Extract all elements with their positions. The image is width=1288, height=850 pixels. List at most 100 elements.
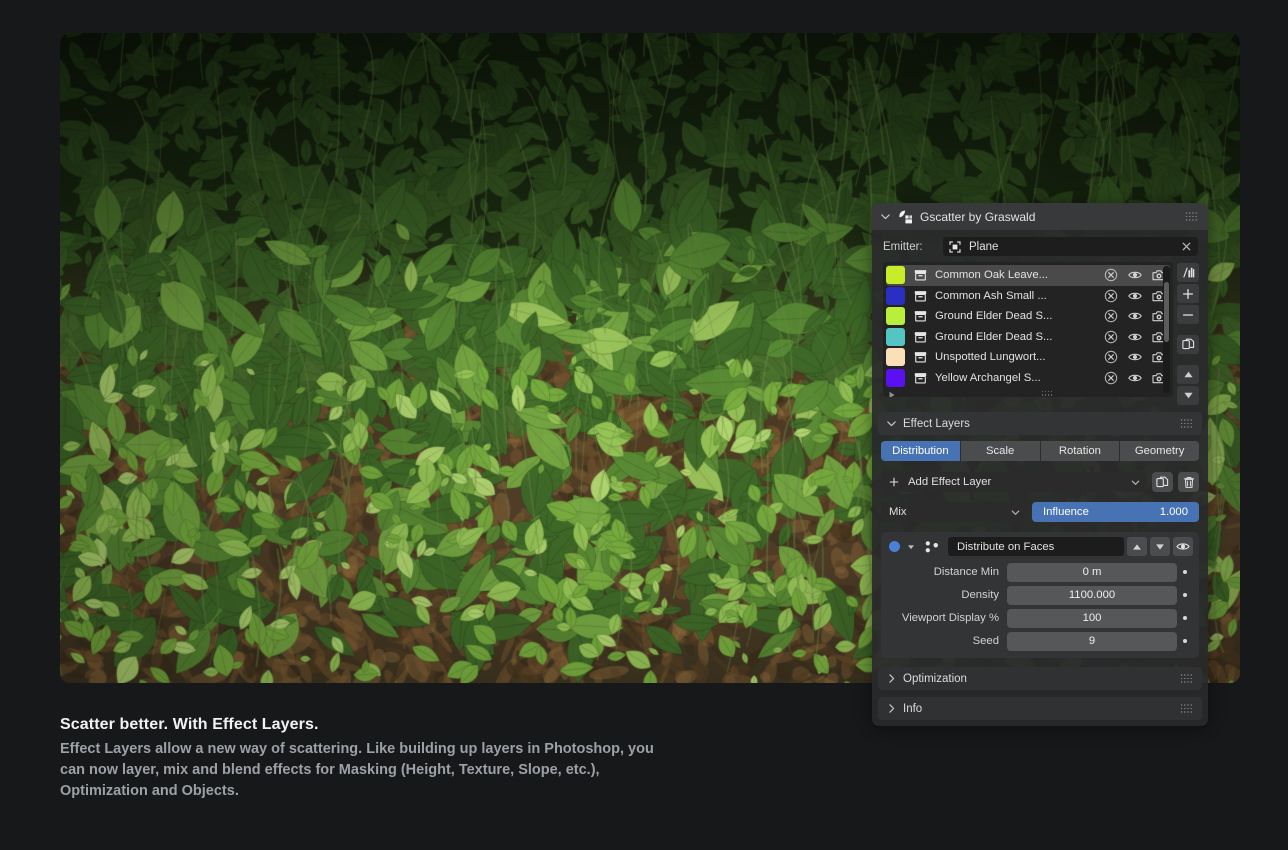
scatter-list-item[interactable]: Common Ash Small ... <box>886 286 1170 307</box>
item-color-swatch[interactable] <box>886 348 905 367</box>
close-icon[interactable] <box>1181 241 1192 252</box>
list-scrollbar[interactable] <box>1163 266 1170 393</box>
layer-move-up-button[interactable] <box>1127 537 1147 556</box>
eye-icon[interactable] <box>1128 289 1142 303</box>
section-grip-icon[interactable] <box>1180 674 1193 683</box>
add-item-button[interactable] <box>1177 284 1199 303</box>
item-color-swatch[interactable] <box>886 368 905 387</box>
section-header-optimization[interactable]: Optimization <box>878 667 1202 690</box>
scatter-list-region: Common Oak Leave... Common Ash Small ... G… <box>872 262 1208 405</box>
copy-effect-layer-button[interactable] <box>1152 472 1173 492</box>
section-grip-icon[interactable] <box>1180 704 1193 713</box>
list-side-toolbar <box>1177 262 1199 405</box>
item-name: Common Ash Small ... <box>935 289 1047 302</box>
chevron-right-icon[interactable] <box>886 673 897 684</box>
x-circle-icon[interactable] <box>1104 309 1118 323</box>
tab-scale[interactable]: Scale <box>960 441 1041 461</box>
add-effect-layer-dropdown[interactable]: Add Effect Layer <box>881 472 1147 492</box>
scatter-list-item[interactable]: Unspotted Lungwort... <box>886 347 1170 368</box>
effect-layers-section-header[interactable]: Effect Layers <box>878 412 1202 435</box>
emitter-label: Emitter: <box>883 240 923 253</box>
effect-layer-name[interactable]: Distribute on Faces <box>948 537 1124 556</box>
eye-icon[interactable] <box>1128 309 1142 323</box>
move-item-up-button[interactable] <box>1177 365 1199 384</box>
property-animate-dot-icon[interactable] <box>1177 593 1193 597</box>
histogram-icon <box>1182 267 1194 278</box>
nodes-icon[interactable] <box>924 540 939 553</box>
chevron-right-icon[interactable] <box>886 703 897 714</box>
x-circle-icon[interactable] <box>1104 350 1118 364</box>
item-name: Yellow Archangel S... <box>935 371 1041 384</box>
influence-label: Influence <box>1043 506 1089 518</box>
blend-mode-dropdown[interactable]: Mix <box>881 502 1027 522</box>
scatter-list-item[interactable]: Yellow Archangel S... <box>886 368 1170 389</box>
property-value-field[interactable]: 100 <box>1007 608 1177 628</box>
collapsed-sections: Optimization Info <box>872 667 1208 720</box>
eye-icon <box>1176 543 1190 550</box>
expand-triangle-icon[interactable] <box>888 391 896 398</box>
chevron-down-icon <box>1011 509 1020 515</box>
tab-distribution[interactable]: Distribution <box>881 441 961 461</box>
panel-header[interactable]: Gscatter by Graswald <box>872 203 1208 230</box>
move-item-down-button[interactable] <box>1177 386 1199 405</box>
item-name: Unspotted Lungwort... <box>935 351 1046 364</box>
x-circle-icon[interactable] <box>1104 371 1118 385</box>
panel-grip-icon[interactable] <box>1185 212 1198 221</box>
chevron-down-icon <box>1131 479 1140 485</box>
property-label: Seed <box>972 635 999 647</box>
influence-slider[interactable]: Influence 1.000 <box>1032 502 1199 522</box>
property-value-field[interactable]: 9 <box>1007 631 1177 651</box>
property-row: Density 1100.000 <box>887 585 1193 605</box>
histogram-button[interactable] <box>1177 263 1199 282</box>
item-color-swatch[interactable] <box>886 307 905 326</box>
eye-icon[interactable] <box>1128 350 1142 364</box>
eye-icon[interactable] <box>1128 371 1142 385</box>
property-animate-dot-icon[interactable] <box>1177 570 1193 574</box>
item-color-swatch[interactable] <box>886 327 905 346</box>
tab-rotation[interactable]: Rotation <box>1040 441 1121 461</box>
duplicate-icon <box>1181 338 1194 350</box>
property-animate-dot-icon[interactable] <box>1177 639 1193 643</box>
scatter-list-item[interactable]: Ground Elder Dead S... <box>886 306 1170 327</box>
property-animate-dot-icon[interactable] <box>1177 616 1193 620</box>
x-circle-icon[interactable] <box>1104 289 1118 303</box>
delete-effect-layer-button[interactable] <box>1178 472 1199 492</box>
list-resize-grip-icon[interactable] <box>1040 391 1052 397</box>
eye-icon[interactable] <box>1128 268 1142 282</box>
duplicate-item-button[interactable] <box>1177 335 1199 354</box>
item-color-swatch[interactable] <box>886 286 905 305</box>
emitter-field[interactable]: Plane <box>943 237 1198 256</box>
scatter-item-list[interactable]: Common Oak Leave... Common Ash Small ... G… <box>883 262 1173 397</box>
property-label: Viewport Display % <box>901 612 999 624</box>
asset-box-icon <box>914 352 927 363</box>
layer-visibility-button[interactable] <box>1173 537 1193 556</box>
add-effect-layer-label: Add Effect Layer <box>908 476 992 488</box>
layer-move-down-button[interactable] <box>1150 537 1170 556</box>
x-circle-icon[interactable] <box>1104 268 1118 282</box>
add-effect-layer-row: Add Effect Layer <box>881 472 1199 492</box>
section-grip-icon[interactable] <box>1180 419 1193 428</box>
item-name: Common Oak Leave... <box>935 269 1049 282</box>
gscatter-logo-icon <box>899 210 912 223</box>
remove-item-button[interactable] <box>1177 305 1199 324</box>
property-value-field[interactable]: 0 m <box>1007 562 1177 582</box>
section-title: Optimization <box>903 672 967 685</box>
object-icon <box>949 240 961 253</box>
chevron-down-icon[interactable] <box>886 418 897 429</box>
item-name: Ground Elder Dead S... <box>935 310 1053 323</box>
eye-icon[interactable] <box>1128 330 1142 344</box>
plus-icon <box>1182 288 1194 299</box>
chevron-down-icon[interactable] <box>880 211 891 222</box>
layer-enabled-dot-icon[interactable] <box>889 541 900 552</box>
x-circle-icon[interactable] <box>1104 330 1118 344</box>
triangle-down-icon[interactable] <box>907 543 915 551</box>
property-value-field[interactable]: 1100.000 <box>1007 585 1177 605</box>
section-header-info[interactable]: Info <box>878 697 1202 720</box>
item-color-swatch[interactable] <box>886 266 905 285</box>
panel-title: Gscatter by Graswald <box>920 209 1036 224</box>
scatter-list-item[interactable]: Common Oak Leave... <box>886 265 1170 286</box>
property-row: Viewport Display % 100 <box>887 608 1193 628</box>
property-row: Seed 9 <box>887 631 1193 651</box>
scatter-list-item[interactable]: Ground Elder Dead S... <box>886 327 1170 348</box>
tab-geometry[interactable]: Geometry <box>1120 441 1199 461</box>
